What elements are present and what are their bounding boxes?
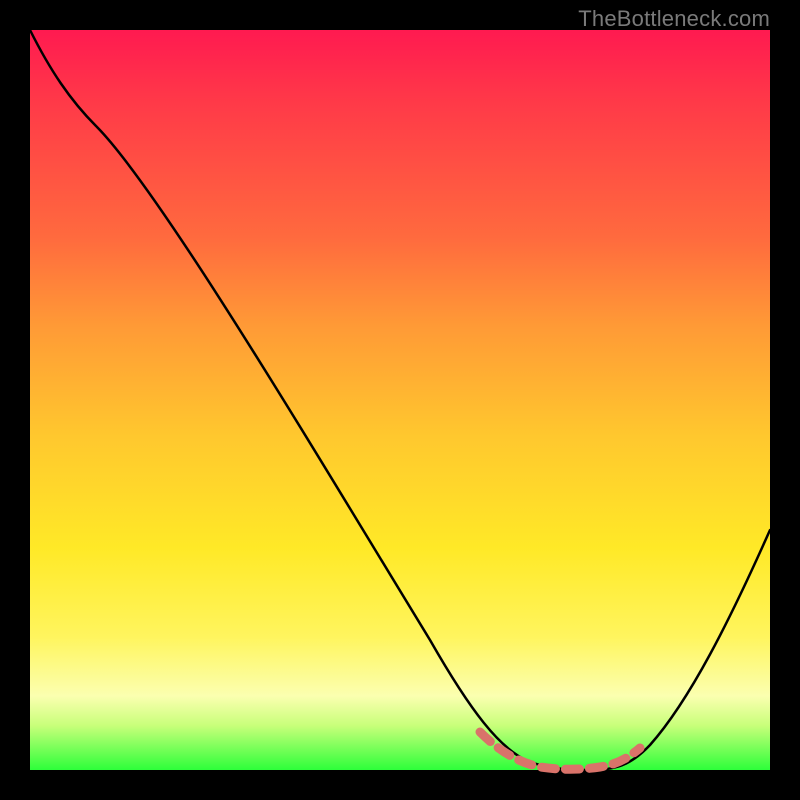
plot-area [30,30,770,770]
curve-layer [30,30,770,770]
chart-frame: TheBottleneck.com [0,0,800,800]
watermark-text: TheBottleneck.com [578,6,770,32]
bottleneck-curve-path [30,30,770,770]
optimal-range-path [480,732,640,769]
